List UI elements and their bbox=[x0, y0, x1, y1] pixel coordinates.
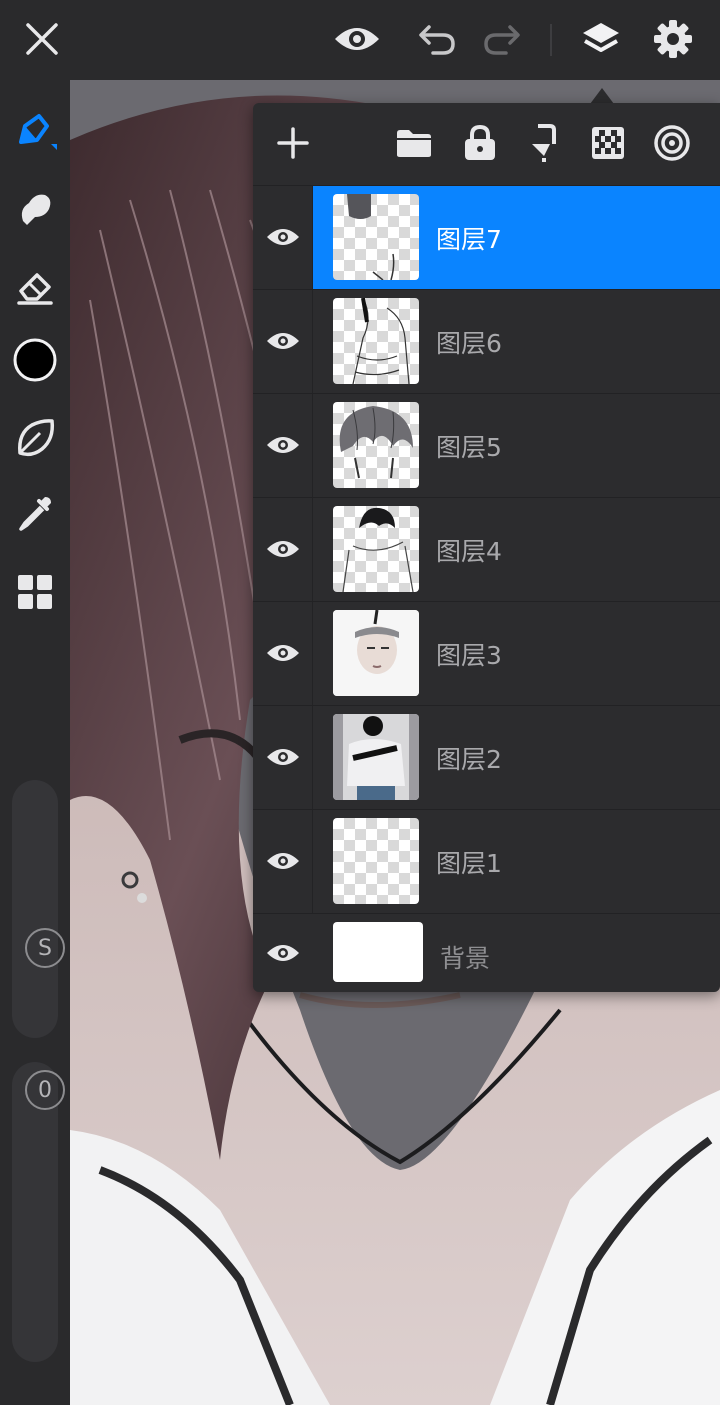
undo-icon[interactable] bbox=[412, 14, 462, 64]
layer-visibility-eye-icon[interactable] bbox=[259, 629, 307, 677]
layer-row[interactable]: 图层1 bbox=[253, 809, 720, 913]
background-thumbnail bbox=[333, 922, 423, 982]
layer-thumbnail bbox=[333, 506, 419, 592]
layer-name: 图层4 bbox=[436, 537, 502, 566]
opacity-slider[interactable]: 0 bbox=[12, 1062, 65, 1362]
layer-row[interactable]: 图层3 bbox=[253, 601, 720, 705]
smudge-icon[interactable] bbox=[10, 184, 60, 234]
close-icon[interactable] bbox=[17, 14, 67, 64]
target-icon[interactable] bbox=[649, 120, 695, 166]
layer-visibility-eye-icon[interactable] bbox=[259, 317, 307, 365]
row-divider bbox=[312, 810, 313, 913]
layer-row[interactable]: 图层2 bbox=[253, 705, 720, 809]
brush-size-slider[interactable]: S bbox=[12, 780, 65, 1038]
add-icon[interactable] bbox=[270, 120, 316, 166]
color-swatch[interactable] bbox=[10, 335, 60, 385]
redo-icon[interactable] bbox=[477, 14, 527, 64]
row-divider bbox=[312, 706, 313, 809]
eyedropper-icon[interactable] bbox=[10, 488, 60, 538]
layer-row[interactable]: 图层6 bbox=[253, 289, 720, 393]
grid-icon[interactable] bbox=[10, 567, 60, 617]
layer-visibility-eye-icon[interactable] bbox=[259, 421, 307, 469]
eraser-icon[interactable] bbox=[10, 262, 60, 312]
layer-thumbnail bbox=[333, 714, 419, 800]
layer-thumbnail bbox=[333, 194, 419, 280]
checker-icon[interactable] bbox=[585, 120, 631, 166]
layer-name: 图层2 bbox=[436, 745, 502, 774]
opacity-knob[interactable]: 0 bbox=[25, 1070, 65, 1110]
layer-visibility-eye-icon[interactable] bbox=[259, 929, 307, 977]
layer-thumbnail bbox=[333, 298, 419, 384]
brush-icon[interactable] bbox=[10, 105, 60, 155]
eye-icon[interactable] bbox=[332, 14, 382, 64]
layer-visibility-eye-icon[interactable] bbox=[259, 213, 307, 261]
tool-sidebar: S 0 bbox=[0, 80, 70, 1405]
layer-name: 图层5 bbox=[436, 433, 502, 462]
lasso-icon[interactable] bbox=[10, 413, 60, 463]
merge-down-icon[interactable] bbox=[521, 120, 567, 166]
layer-thumbnail bbox=[333, 610, 419, 696]
row-divider bbox=[312, 290, 313, 393]
panel-caret bbox=[590, 88, 614, 104]
background-layer-row[interactable]: 背景 bbox=[253, 913, 720, 992]
layer-row[interactable]: 图层7 bbox=[253, 185, 720, 289]
brush-size-knob[interactable]: S bbox=[25, 928, 65, 968]
layers-panel: 图层7 图层6 图层5 图层4 图层3 图层2 图层1 背景 bbox=[253, 103, 720, 992]
layer-thumbnail bbox=[333, 402, 419, 488]
toolbar-divider bbox=[550, 24, 552, 56]
layer-row[interactable]: 图层5 bbox=[253, 393, 720, 497]
row-divider bbox=[312, 394, 313, 497]
top-toolbar bbox=[0, 0, 720, 80]
layer-name: 图层7 bbox=[436, 225, 502, 254]
layers-toolbar bbox=[253, 103, 720, 183]
background-layer-name: 背景 bbox=[440, 944, 491, 973]
lock-icon[interactable] bbox=[457, 120, 503, 166]
folder-icon[interactable] bbox=[391, 120, 437, 166]
layer-name: 图层3 bbox=[436, 641, 502, 670]
layer-row[interactable]: 图层4 bbox=[253, 497, 720, 601]
layer-visibility-eye-icon[interactable] bbox=[259, 525, 307, 573]
layer-name: 图层1 bbox=[436, 849, 502, 878]
settings-icon[interactable] bbox=[648, 14, 698, 64]
layer-thumbnail bbox=[333, 818, 419, 904]
layer-visibility-eye-icon[interactable] bbox=[259, 837, 307, 885]
row-divider bbox=[312, 602, 313, 705]
row-divider bbox=[312, 186, 313, 289]
layers-icon[interactable] bbox=[576, 14, 626, 64]
row-divider bbox=[312, 498, 313, 601]
layer-name: 图层6 bbox=[436, 329, 502, 358]
layer-visibility-eye-icon[interactable] bbox=[259, 733, 307, 781]
